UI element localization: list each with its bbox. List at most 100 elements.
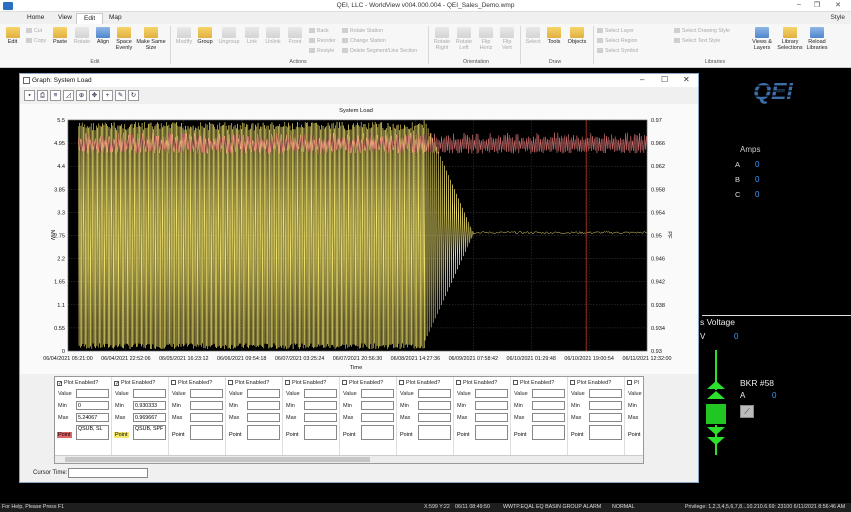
rotate-button[interactable]: Rotate — [71, 27, 93, 45]
ungroup-button[interactable]: Ungroup — [216, 27, 242, 45]
zoom-icon[interactable]: ⊕ — [76, 90, 87, 101]
save-icon[interactable]: ▪ — [24, 90, 35, 101]
flip-vert-button[interactable]: Flip Vert — [497, 27, 517, 51]
select-region-button[interactable]: Select Region — [597, 38, 637, 44]
phase-a-value[interactable]: 0 — [755, 160, 759, 169]
plot-enabled-checkbox[interactable]: Plot Enabled? — [570, 380, 611, 386]
min-field[interactable] — [589, 401, 622, 410]
reload-libraries-button[interactable]: Reload Libraries — [804, 27, 830, 51]
plot-enabled-checkbox[interactable]: Plot Enabled? — [456, 380, 497, 386]
delete-segment-button[interactable]: Delete Segment/Line Section — [342, 48, 417, 54]
value-field[interactable] — [475, 389, 508, 398]
max-field[interactable] — [190, 413, 223, 422]
min-field[interactable]: 0.930333 — [133, 401, 166, 410]
close-icon[interactable]: ✕ — [831, 1, 845, 11]
select-text-style-button[interactable]: Select Text Style — [674, 38, 720, 44]
breaker-amps-value[interactable]: 0 — [772, 391, 776, 400]
restyle-button[interactable]: Restyle — [309, 48, 334, 54]
rotate-right-button[interactable]: Rotate Right — [431, 27, 453, 51]
max-field[interactable] — [532, 413, 565, 422]
select-symbol-button[interactable]: Select Symbol — [597, 48, 638, 54]
select-layer-button[interactable]: Select Layer — [597, 28, 634, 34]
value-field[interactable] — [532, 389, 565, 398]
rotate-station-button[interactable]: Rotate Station — [342, 28, 383, 34]
plot-enabled-checkbox[interactable]: Plot Enabled? — [285, 380, 326, 386]
point-name-field[interactable] — [475, 425, 508, 440]
cursor-time-field[interactable] — [68, 468, 148, 478]
space-evenly-button[interactable]: Space Evenly — [113, 27, 135, 51]
plot-enabled-checkbox[interactable]: Plot Enabled? — [342, 380, 383, 386]
point-button[interactable]: Point — [456, 432, 471, 438]
point-button[interactable]: Point — [228, 432, 243, 438]
legend-scrollbar[interactable] — [55, 455, 643, 463]
value-field[interactable] — [418, 389, 451, 398]
export-icon[interactable]: ≡ — [50, 90, 61, 101]
point-button[interactable]: Point — [627, 432, 642, 438]
point-button[interactable]: Point — [285, 432, 300, 438]
plot-enabled-checkbox[interactable]: Plot Enabled? — [228, 380, 269, 386]
min-field[interactable] — [475, 401, 508, 410]
link-button[interactable]: Link — [242, 27, 262, 45]
point-button[interactable]: Point — [171, 432, 186, 438]
minimize-icon[interactable]: – — [792, 1, 806, 11]
max-field[interactable] — [475, 413, 508, 422]
plot-enabled-checkbox[interactable]: ✓ Plot Enabled? — [57, 380, 98, 387]
refresh-icon[interactable]: ↻ — [128, 90, 139, 101]
chart-settings-icon[interactable]: ◿ — [63, 90, 74, 101]
plot-enabled-checkbox[interactable]: Plot Enabled? — [399, 380, 440, 386]
point-name-field[interactable] — [361, 425, 394, 440]
point-name-field[interactable] — [589, 425, 622, 440]
status-alarm[interactable]: WWTP.EQAL EQ BASIN GROUP ALARM — [503, 504, 601, 510]
cut-button[interactable]: Cut — [26, 28, 42, 34]
close-icon[interactable]: ✕ — [683, 75, 690, 84]
back-button[interactable]: Back — [309, 28, 329, 34]
maximize-icon[interactable]: ☐ — [661, 75, 668, 84]
pan-icon[interactable]: ✥ — [89, 90, 100, 101]
max-field[interactable] — [418, 413, 451, 422]
pen-icon[interactable]: ✎ — [115, 90, 126, 101]
point-button[interactable]: Point — [570, 432, 585, 438]
min-field[interactable] — [304, 401, 337, 410]
point-name-field[interactable] — [304, 425, 337, 440]
point-button[interactable]: Point — [57, 432, 72, 438]
style-menu[interactable]: Style — [831, 14, 845, 21]
max-field[interactable]: 0.969667 — [133, 413, 166, 422]
point-name-field[interactable] — [190, 425, 223, 440]
point-button[interactable]: Point — [114, 432, 129, 438]
point-button[interactable]: Point — [513, 432, 528, 438]
point-button[interactable]: Point — [399, 432, 414, 438]
phase-c-value[interactable]: 0 — [755, 190, 759, 199]
views-layers-button[interactable]: Views & Layers — [748, 27, 776, 51]
min-field[interactable] — [532, 401, 565, 410]
crosshair-icon[interactable]: + — [102, 90, 113, 101]
paste-button[interactable]: Paste — [50, 27, 70, 45]
min-field[interactable] — [190, 401, 223, 410]
point-name-field[interactable]: QSUB, SL — [76, 425, 109, 440]
copy-button[interactable]: Copy — [26, 38, 46, 44]
front-button[interactable]: Front — [284, 27, 306, 45]
print-icon[interactable]: ⎙ — [37, 90, 48, 101]
min-field[interactable]: 0 — [76, 401, 109, 410]
restore-icon[interactable]: ❐ — [810, 1, 824, 11]
select-drawing-style-button[interactable]: Select Drawing Style — [674, 28, 730, 34]
point-name-field[interactable] — [418, 425, 451, 440]
max-field[interactable] — [361, 413, 394, 422]
value-field[interactable] — [133, 389, 166, 398]
select-button[interactable]: Select — [523, 27, 543, 45]
point-name-field[interactable]: QSUB, SPF — [133, 425, 166, 440]
group-button[interactable]: Group — [195, 27, 215, 45]
library-selections-button[interactable]: Library Selections — [776, 27, 804, 51]
tab-view[interactable]: View — [51, 13, 79, 24]
tab-edit[interactable]: Edit — [76, 13, 104, 24]
unlink-button[interactable]: Unlink — [262, 27, 284, 45]
min-field[interactable] — [361, 401, 394, 410]
value-field[interactable] — [247, 389, 280, 398]
point-name-field[interactable] — [247, 425, 280, 440]
max-field[interactable]: 5.24067 — [76, 413, 109, 422]
minimize-icon[interactable]: – — [640, 75, 644, 84]
reorder-button[interactable]: Reorder — [309, 38, 336, 44]
plot-enabled-checkbox[interactable]: ✓ Plot Enabled? — [114, 380, 155, 387]
max-field[interactable] — [304, 413, 337, 422]
plot-enabled-checkbox[interactable]: Plot Enabled? — [513, 380, 554, 386]
max-field[interactable] — [589, 413, 622, 422]
